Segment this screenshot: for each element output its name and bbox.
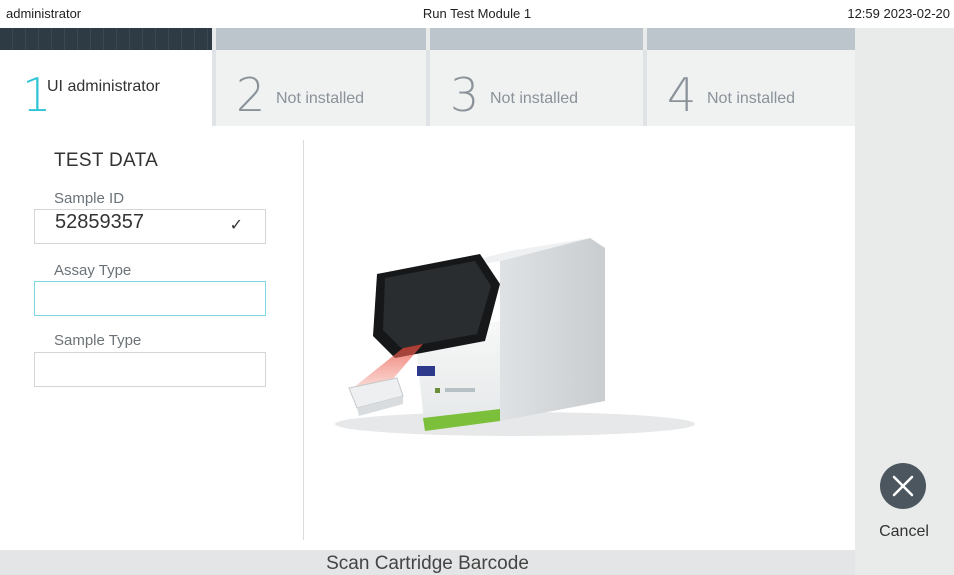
- checkmark-icon: ✓: [229, 217, 243, 234]
- tab-module-1[interactable]: 1 UI administrator: [0, 28, 212, 126]
- title-bar: administrator Run Test Module 1 12:59 20…: [0, 0, 954, 28]
- window-title: Run Test Module 1: [422, 6, 532, 21]
- tab-progress-strip: [647, 28, 855, 50]
- module-tabs: 1 UI administrator 2 Not installed 3 Not…: [0, 28, 855, 126]
- tab-progress-strip: [0, 28, 212, 50]
- tab-progress-strip: [216, 28, 426, 50]
- tab-progress-strip: [430, 28, 643, 50]
- assay-type-field[interactable]: [34, 281, 266, 316]
- tab-label: UI administrator: [47, 78, 160, 95]
- tab-module-4[interactable]: 4 Not installed: [647, 28, 855, 126]
- sample-type-label: Sample Type: [54, 332, 142, 349]
- test-data-title: TEST DATA: [54, 150, 159, 171]
- clock: 12:59 2023-02-20: [847, 6, 950, 21]
- tab-label: Not installed: [490, 90, 579, 107]
- sample-id-field[interactable]: 52859357 ✓: [34, 209, 266, 244]
- sample-id-label: Sample ID: [54, 190, 125, 207]
- main-panel: TEST DATA Sample ID 52859357 ✓ Assay Typ…: [0, 126, 855, 550]
- tab-number: 3: [450, 68, 480, 122]
- tab-number: 2: [236, 68, 266, 122]
- status-bar: Scan Cartridge Barcode: [0, 550, 855, 575]
- panel-divider: [303, 140, 304, 540]
- device-illustration: [305, 126, 855, 550]
- tab-label: Not installed: [707, 90, 796, 107]
- sample-id-value: 52859357: [55, 211, 144, 233]
- cancel-button[interactable]: [880, 463, 926, 509]
- assay-type-label: Assay Type: [54, 262, 132, 279]
- cancel-label: Cancel: [879, 523, 929, 540]
- analyzer-device-image: [335, 238, 695, 436]
- tab-module-2[interactable]: 2 Not installed: [216, 28, 426, 126]
- close-icon: [892, 475, 914, 497]
- tab-number: 4: [667, 68, 697, 122]
- tab-label: Not installed: [276, 90, 365, 107]
- sample-type-field[interactable]: [34, 352, 266, 387]
- status-message: Scan Cartridge Barcode: [326, 553, 529, 574]
- tab-module-3[interactable]: 3 Not installed: [430, 28, 643, 126]
